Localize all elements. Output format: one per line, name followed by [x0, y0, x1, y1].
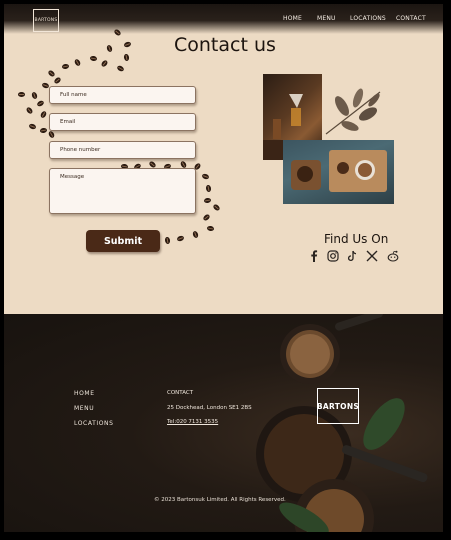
submit-button[interactable]: Submit — [86, 230, 160, 252]
coffee-bean-icon — [89, 55, 98, 62]
nav-menu[interactable]: MENU — [317, 15, 336, 22]
footer-nav-locations[interactable]: LOCATIONS — [74, 420, 114, 427]
coffee-bean-icon — [36, 99, 45, 108]
nav-home[interactable]: HOME — [283, 15, 302, 22]
footer-nav-home[interactable]: HOME — [74, 390, 95, 397]
footer-logo[interactable]: BARTONS — [317, 388, 359, 424]
coffee-bean-icon — [28, 122, 37, 131]
coffee-bean-icon — [47, 69, 56, 78]
coffee-bean-icon — [53, 76, 62, 85]
x-icon[interactable] — [365, 248, 379, 262]
coffee-bean-icon — [39, 127, 48, 134]
coffee-branch-photo — [322, 84, 384, 144]
find-us-heading: Find Us On — [324, 232, 389, 246]
coffee-bean-icon — [25, 106, 34, 115]
coffee-bean-icon — [205, 184, 212, 193]
footer-logo-text: BARTONS — [316, 401, 360, 411]
coffee-bean-icon — [73, 58, 82, 67]
coffee-bean-icon — [123, 53, 130, 62]
header-logo-text: BARTONS — [34, 18, 58, 23]
coffee-bean-icon — [18, 92, 25, 97]
coffee-bean-icon — [203, 197, 212, 204]
header-bar: BARTONS HOME MENU LOCATIONS CONTACT — [4, 4, 443, 34]
copyright-text: © 2023 Bartonsuk Limited. All Rights Res… — [154, 497, 286, 503]
tiktok-icon[interactable] — [345, 248, 359, 262]
coffee-bean-icon — [30, 91, 39, 100]
coffee-bean-icon — [105, 44, 114, 53]
coffee-bean-icon — [176, 234, 185, 243]
footer-phone-link[interactable]: Tel:020 7131 3535 — [167, 419, 218, 425]
coffee-bean-icon — [116, 64, 125, 73]
phone-number-field[interactable]: Phone number — [49, 141, 196, 159]
coffee-bean-icon — [123, 40, 132, 49]
email-field[interactable]: Email — [49, 113, 196, 131]
coffee-cup-illustration — [291, 150, 387, 192]
page: BARTONS HOME MENU LOCATIONS CONTACT Cont… — [4, 4, 443, 532]
nav-locations[interactable]: LOCATIONS — [350, 15, 386, 22]
footer-address: 25 Dockhead, London SE1 2BS — [167, 405, 252, 411]
coffee-bean-icon — [47, 130, 56, 139]
coffee-bean-icon — [206, 225, 215, 232]
page-title: Contact us — [174, 34, 276, 56]
coffee-bean-icon — [100, 59, 109, 68]
footer-contact-heading: CONTACT — [167, 390, 194, 396]
full-name-field[interactable]: Full name — [49, 86, 196, 104]
facebook-icon[interactable] — [307, 248, 321, 262]
coffee-bean-icon — [191, 230, 200, 239]
reddit-icon[interactable] — [386, 248, 400, 262]
coffee-bean-icon — [202, 213, 211, 222]
message-field[interactable]: Message — [49, 168, 196, 214]
coffee-cup-photo — [283, 140, 394, 204]
footer-nav-menu[interactable]: MENU — [74, 405, 94, 412]
footer: HOME MENU LOCATIONS CONTACT 25 Dockhead,… — [4, 314, 443, 532]
nav-contact[interactable]: CONTACT — [396, 15, 426, 22]
coffee-bean-icon — [212, 203, 221, 212]
coffee-leaves-illustration — [325, 88, 381, 135]
coffee-bean-icon — [164, 236, 171, 245]
instagram-icon[interactable] — [326, 248, 340, 262]
coffee-bean-icon — [61, 63, 70, 70]
header-logo[interactable]: BARTONS — [33, 9, 59, 32]
coffee-bean-icon — [201, 172, 210, 181]
coffee-bean-icon — [39, 110, 48, 119]
